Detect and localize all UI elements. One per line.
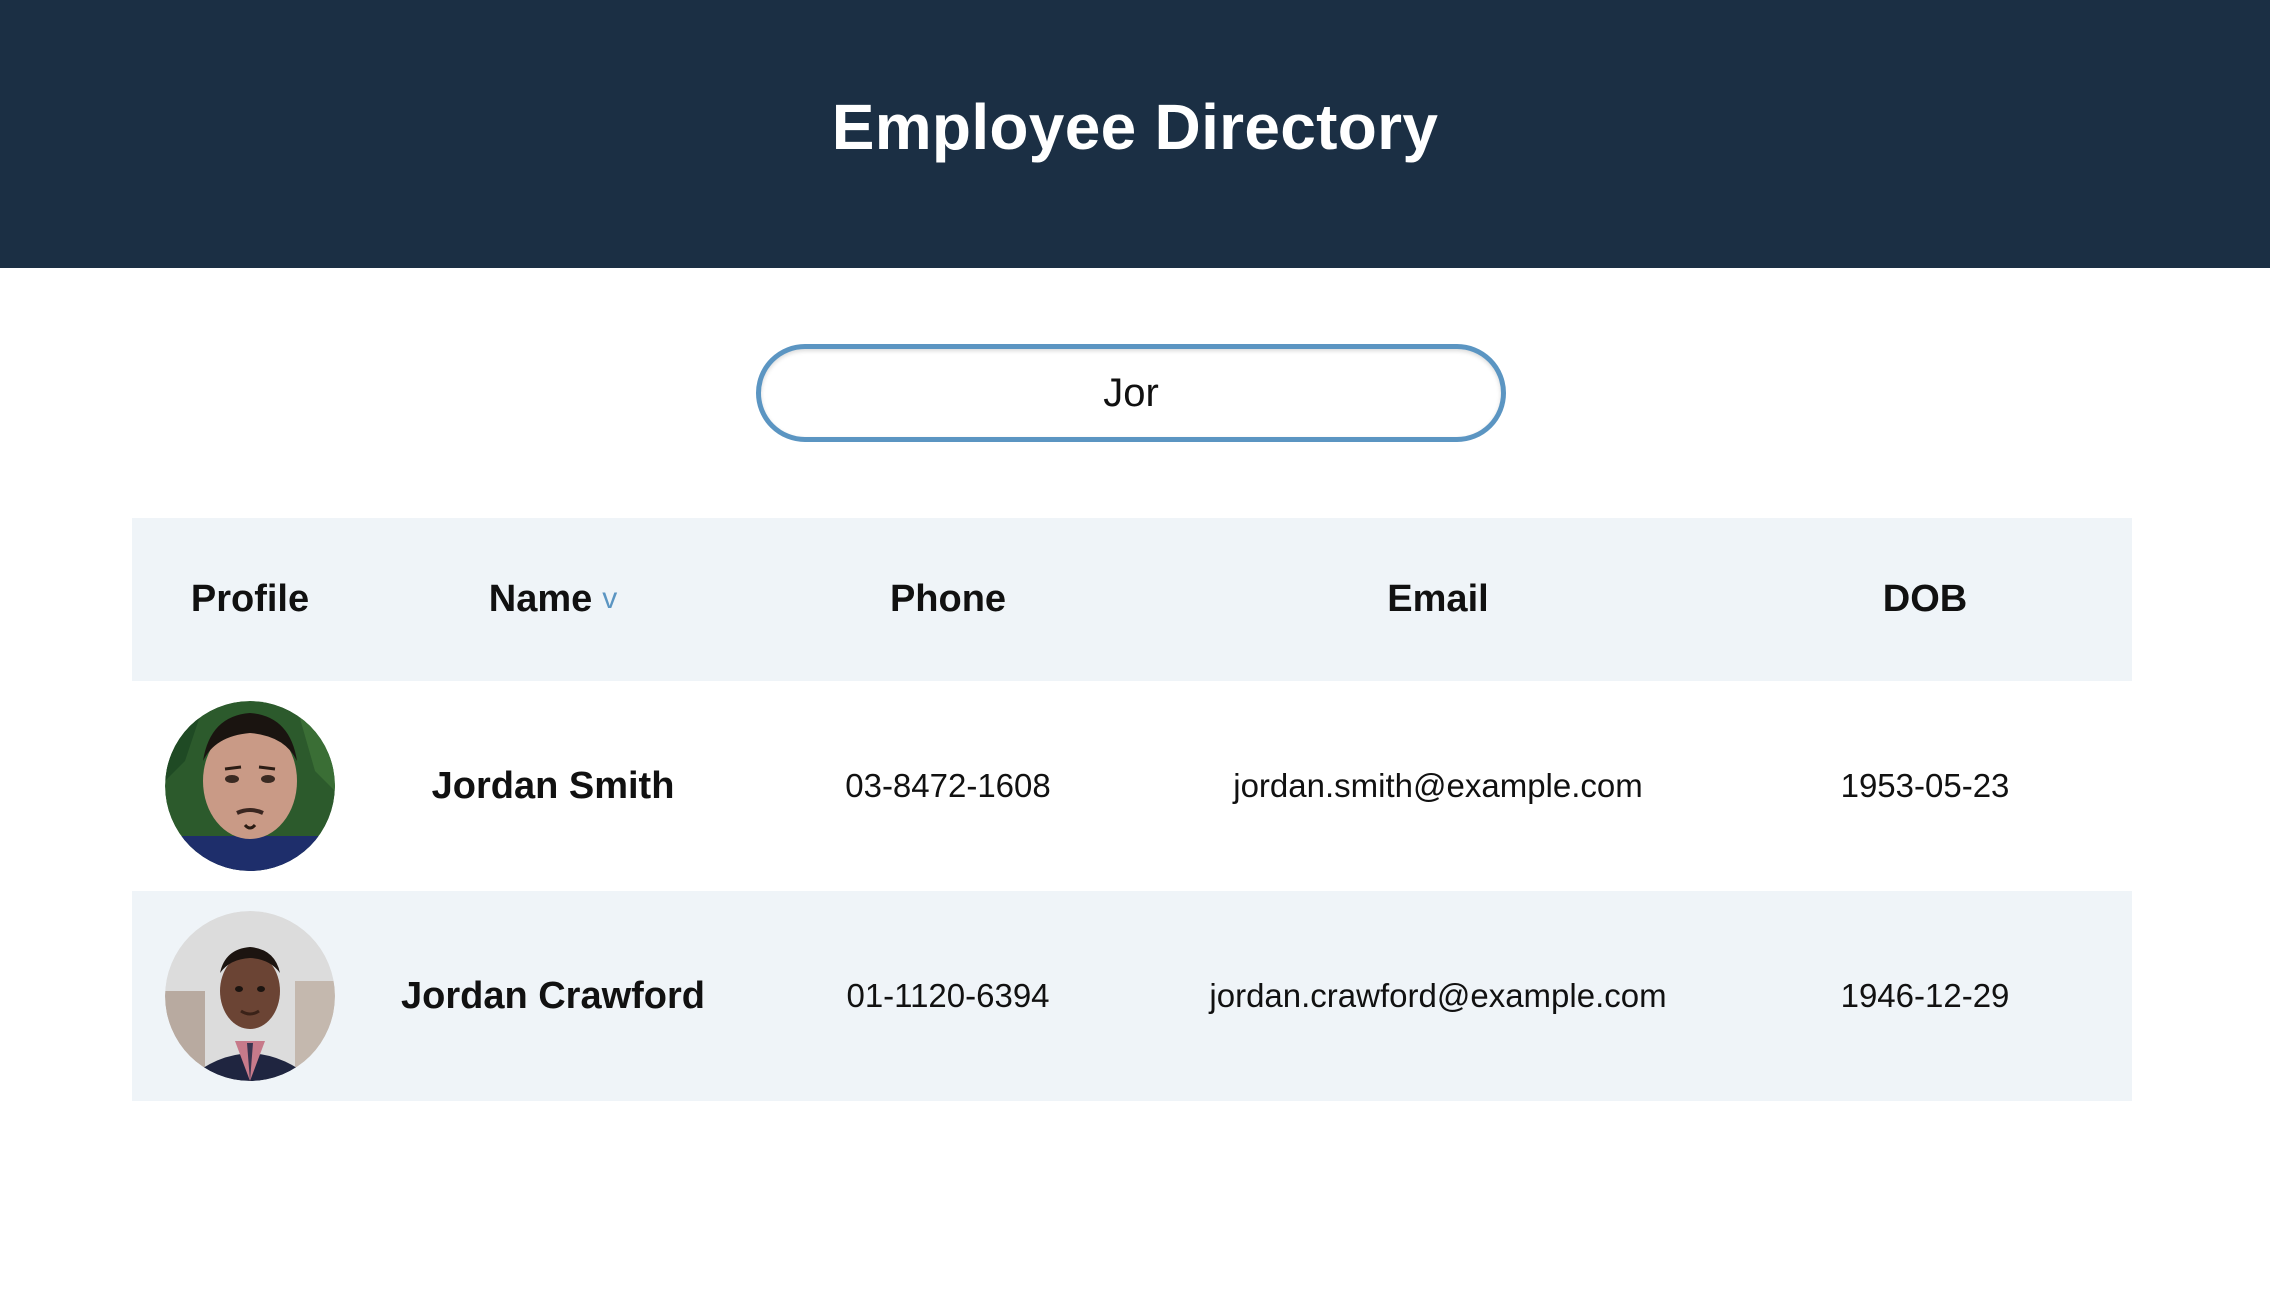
page-header: Employee Directory bbox=[0, 0, 2270, 268]
employee-name: Jordan Smith bbox=[431, 764, 675, 807]
page-title: Employee Directory bbox=[831, 91, 1439, 163]
name-cell: Jordan Smith bbox=[368, 765, 738, 808]
column-header-name[interactable]: Name v bbox=[368, 578, 738, 621]
employee-phone: 01-1120-6394 bbox=[846, 977, 1050, 1014]
search-input[interactable] bbox=[756, 344, 1506, 442]
column-header-email-label: Email bbox=[1387, 578, 1489, 620]
column-header-profile-label: Profile bbox=[190, 578, 310, 620]
table-row: Jordan Crawford 01-1120-6394 jordan.craw… bbox=[132, 891, 2132, 1101]
phone-cell: 03-8472-1608 bbox=[738, 767, 1158, 805]
avatar bbox=[165, 701, 335, 871]
profile-cell bbox=[132, 911, 368, 1081]
sort-chevron-icon[interactable]: v bbox=[602, 582, 617, 615]
column-header-email: Email bbox=[1158, 578, 1718, 621]
table-row: Jordan Smith 03-8472-1608 jordan.smith@e… bbox=[132, 681, 2132, 891]
employee-name: Jordan Crawford bbox=[400, 974, 706, 1017]
avatar bbox=[165, 911, 335, 1081]
column-header-phone-label: Phone bbox=[889, 578, 1007, 620]
employee-email: jordan.crawford@example.com bbox=[1209, 977, 1667, 1014]
search-area bbox=[0, 268, 2270, 518]
column-header-profile: Profile bbox=[132, 578, 368, 621]
table-header-row: Profile Name v Phone Email DOB bbox=[132, 518, 2132, 681]
employee-table: Profile Name v Phone Email DOB Jordan Sm… bbox=[132, 518, 2132, 1101]
name-cell: Jordan Crawford bbox=[368, 975, 738, 1018]
profile-cell bbox=[132, 701, 368, 871]
phone-cell: 01-1120-6394 bbox=[738, 977, 1158, 1015]
employee-email: jordan.smith@example.com bbox=[1233, 767, 1643, 804]
column-header-phone: Phone bbox=[738, 578, 1158, 621]
column-header-dob-label: DOB bbox=[1882, 578, 1968, 620]
email-cell: jordan.smith@example.com bbox=[1158, 767, 1718, 805]
email-cell: jordan.crawford@example.com bbox=[1158, 977, 1718, 1015]
column-header-dob: DOB bbox=[1718, 578, 2132, 621]
employee-phone: 03-8472-1608 bbox=[845, 767, 1051, 804]
dob-cell: 1946-12-29 bbox=[1718, 977, 2132, 1015]
employee-dob: 1946-12-29 bbox=[1840, 977, 2010, 1014]
dob-cell: 1953-05-23 bbox=[1718, 767, 2132, 805]
column-header-name-label[interactable]: Name bbox=[489, 578, 593, 620]
employee-dob: 1953-05-23 bbox=[1840, 767, 2010, 804]
